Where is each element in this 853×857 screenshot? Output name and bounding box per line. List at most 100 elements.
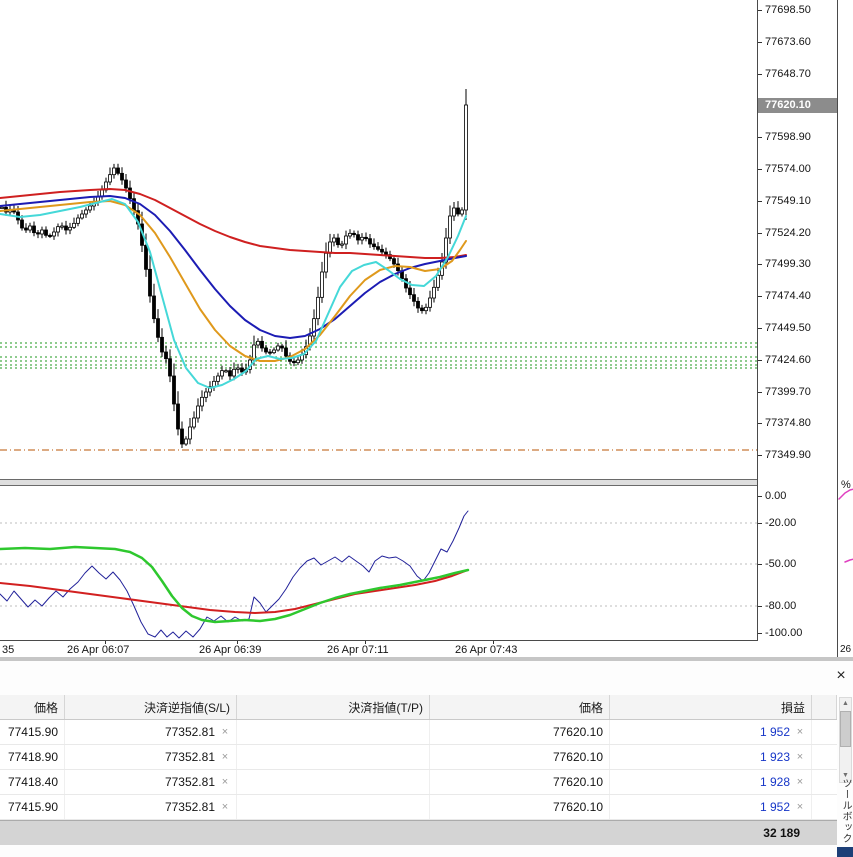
axis-tick bbox=[758, 233, 762, 234]
cell-value: 77620.10 bbox=[553, 725, 603, 739]
sl-remove-icon[interactable]: × bbox=[220, 776, 230, 788]
position-row[interactable]: 77418.40 77352.81 × 77620.10 1 928× bbox=[0, 770, 837, 795]
entry-price-cell[interactable]: 77415.90 bbox=[0, 720, 65, 744]
sl-cell[interactable]: 77352.81 × bbox=[65, 720, 237, 744]
total-profit-value: 32 189 bbox=[610, 826, 800, 840]
sl-cell[interactable]: 77352.81× bbox=[65, 795, 237, 819]
cell-value: 77415.90 bbox=[8, 725, 58, 739]
time-label: 35 bbox=[2, 644, 14, 656]
cell-value: 77620.10 bbox=[553, 800, 603, 814]
axis-tick bbox=[758, 606, 762, 607]
cell-value: 77620.10 bbox=[553, 750, 603, 764]
entry-price-cell[interactable]: 77418.90 bbox=[0, 745, 65, 769]
tp-cell[interactable] bbox=[237, 795, 430, 819]
row-filler-cell[interactable] bbox=[812, 795, 837, 819]
price-axis-label: 77648.70 bbox=[765, 68, 811, 80]
header-profit[interactable]: 損益 bbox=[610, 695, 812, 719]
indicator-axis-label: -100.00 bbox=[765, 627, 802, 639]
taskbar-fragment bbox=[837, 847, 853, 857]
sl-cell[interactable]: 77352.81 × bbox=[65, 770, 237, 794]
profit-remove-icon[interactable]: × bbox=[795, 776, 805, 788]
cell-value: 77620.10 bbox=[553, 775, 603, 789]
entry-price-cell[interactable]: 77418.40 bbox=[0, 770, 65, 794]
position-row[interactable]: 77415.90 77352.81 × 77620.10 1 952× bbox=[0, 720, 837, 745]
axis-tick bbox=[758, 264, 762, 265]
header-stop-loss[interactable]: 決済逆指値(S/L) bbox=[65, 695, 237, 719]
profit-remove-icon[interactable]: × bbox=[795, 726, 805, 738]
sl-cell[interactable]: 77352.81× bbox=[65, 745, 237, 769]
indicator-axis-label: -80.00 bbox=[765, 600, 796, 612]
tp-cell[interactable] bbox=[237, 720, 430, 744]
sl-remove-icon[interactable]: × bbox=[220, 801, 230, 813]
trading-terminal-window: 77620.10 77698.5077673.6077648.7077598.9… bbox=[0, 0, 853, 857]
toolbox-scrollbar[interactable]: ▲ ▼ bbox=[839, 697, 852, 783]
profit-remove-icon[interactable]: × bbox=[795, 801, 805, 813]
profit-cell[interactable]: 1 928× bbox=[610, 770, 812, 794]
sl-remove-icon[interactable]: × bbox=[220, 726, 230, 738]
current-price-cell[interactable]: 77620.10 bbox=[430, 770, 610, 794]
time-axis[interactable]: 3526 Apr 06:0726 Apr 06:3926 Apr 07:1126… bbox=[0, 641, 837, 657]
total-row: 32 189 bbox=[0, 820, 837, 845]
time-label: 26 Apr 06:39 bbox=[199, 644, 261, 656]
row-filler-cell[interactable] bbox=[812, 720, 837, 744]
profit-cell[interactable]: 1 923× bbox=[610, 745, 812, 769]
indicator-panel[interactable] bbox=[0, 486, 757, 640]
position-row[interactable]: 77415.90 77352.81× 77620.10 1 952 × bbox=[0, 795, 837, 820]
fragment-line-1 bbox=[839, 489, 853, 499]
cell-value: 77352.81 bbox=[165, 725, 215, 739]
indicator-axis-label: 0.00 bbox=[765, 490, 786, 502]
current-price-cell[interactable]: 77620.10 bbox=[430, 795, 610, 819]
entry-price-cell[interactable]: 77415.90 bbox=[0, 795, 65, 819]
axis-tick bbox=[758, 455, 762, 456]
price-axis-label: 77474.40 bbox=[765, 290, 811, 302]
tp-cell[interactable] bbox=[237, 770, 430, 794]
toolbox-panel: × 価格 決済逆指値(S/L) 決済指値(T/P) 価格 損益 77415.90… bbox=[0, 661, 853, 857]
cell-value: 77415.90 bbox=[8, 800, 58, 814]
header-take-profit[interactable]: 決済指値(T/P) bbox=[237, 695, 430, 719]
panel-splitter[interactable] bbox=[0, 479, 836, 486]
cell-value: 77352.81 bbox=[165, 775, 215, 789]
neighbor-window-fragment: % 26 A bbox=[837, 0, 853, 657]
toolbox-tab[interactable]: ツールボックス bbox=[838, 778, 853, 846]
axis-tick bbox=[758, 392, 762, 393]
axis-tick bbox=[758, 137, 762, 138]
price-axis-label: 77424.60 bbox=[765, 354, 811, 366]
wpr-signal-red-line bbox=[0, 570, 468, 613]
scroll-up-icon[interactable]: ▲ bbox=[840, 698, 851, 710]
table-header-row[interactable]: 価格 決済逆指値(S/L) 決済指値(T/P) 価格 損益 bbox=[0, 695, 837, 720]
profit-remove-icon[interactable]: × bbox=[795, 751, 805, 763]
header-current-price[interactable]: 価格 bbox=[430, 695, 610, 719]
axis-tick bbox=[758, 42, 762, 43]
price-axis-label: 77374.80 bbox=[765, 417, 811, 429]
profit-cell[interactable]: 1 952× bbox=[610, 720, 812, 744]
table-body: 77415.9077352.81×77620.101 952×77418.907… bbox=[0, 720, 837, 820]
neighbor-chart-fragment bbox=[838, 485, 853, 605]
main-chart[interactable] bbox=[0, 0, 757, 479]
time-tick bbox=[493, 641, 494, 644]
tp-cell[interactable] bbox=[237, 745, 430, 769]
axis-tick bbox=[758, 564, 762, 565]
price-axis-label: 77673.60 bbox=[765, 36, 811, 48]
position-row[interactable]: 77418.9077352.81× 77620.10 1 923× bbox=[0, 745, 837, 770]
axis-tick bbox=[758, 296, 762, 297]
cell-value: 1 952 bbox=[760, 800, 790, 814]
row-filler-cell[interactable] bbox=[812, 770, 837, 794]
price-axis-label: 77399.70 bbox=[765, 386, 811, 398]
axis-tick bbox=[758, 423, 762, 424]
indicator-axis-label: -50.00 bbox=[765, 558, 796, 570]
current-price-cell[interactable]: 77620.10 bbox=[430, 720, 610, 744]
row-filler-cell[interactable] bbox=[812, 745, 837, 769]
current-price-cell[interactable]: 77620.10 bbox=[430, 745, 610, 769]
header-entry-price[interactable]: 価格 bbox=[0, 695, 65, 719]
sl-remove-icon[interactable]: × bbox=[220, 751, 230, 763]
profit-cell[interactable]: 1 952 × bbox=[610, 795, 812, 819]
axis-tick bbox=[758, 74, 762, 75]
axis-tick bbox=[758, 633, 762, 634]
price-axis[interactable]: 77620.10 77698.5077673.6077648.7077598.9… bbox=[758, 0, 837, 641]
price-axis-label: 77524.20 bbox=[765, 227, 811, 239]
scroll-thumb[interactable] bbox=[840, 711, 851, 747]
fragment-line-2 bbox=[845, 559, 853, 562]
axis-tick bbox=[758, 328, 762, 329]
time-label: 26 Apr 06:07 bbox=[67, 644, 129, 656]
price-axis-label: 77349.90 bbox=[765, 449, 811, 461]
